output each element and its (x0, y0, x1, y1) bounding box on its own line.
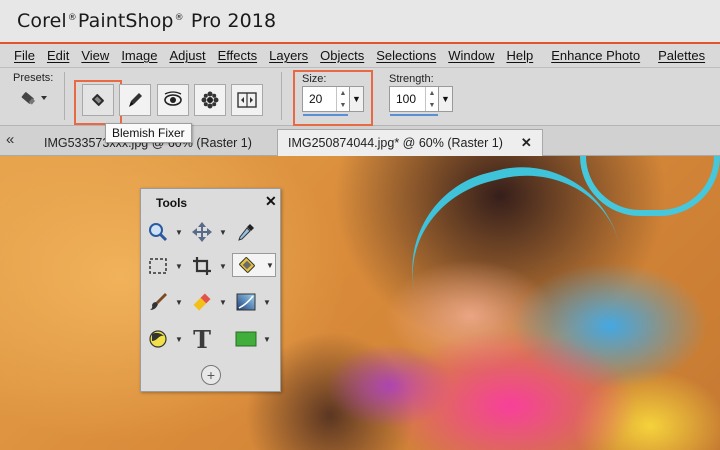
tooltip: Blemish Fixer (105, 123, 192, 143)
size-value: 20 (309, 92, 323, 106)
menu-layers[interactable]: Layers (263, 48, 314, 63)
move-tool[interactable] (189, 220, 215, 244)
paint-brush-icon (150, 293, 167, 310)
tab-close-icon[interactable]: ✕ (521, 135, 532, 151)
tab-scroll-left-icon[interactable]: « (6, 131, 14, 148)
gradient-dropdown-icon[interactable]: ▼ (263, 298, 271, 307)
move-dropdown-icon[interactable]: ▼ (219, 228, 227, 237)
crop-dropdown-icon[interactable]: ▼ (219, 262, 227, 271)
crop-icon (193, 257, 211, 275)
menu-objects[interactable]: Objects (314, 48, 370, 63)
strength-dropdown-icon[interactable]: ▼ (438, 87, 452, 111)
scratch-remover-button[interactable] (119, 84, 151, 116)
size-dropdown-icon[interactable]: ▼ (349, 87, 363, 111)
tab-label: IMG250874044.jpg* @ 60% (Raster 1) (288, 136, 503, 150)
size-spinner[interactable]: ▲ ▼ (336, 87, 349, 111)
eraser-tool[interactable] (189, 290, 215, 314)
rectangle-dropdown-icon[interactable]: ▼ (263, 335, 271, 344)
add-tool-icon[interactable]: + (201, 365, 221, 385)
rectangle-tool[interactable] (233, 327, 259, 351)
smudge-icon (149, 330, 167, 348)
menu-effects[interactable]: Effects (212, 48, 264, 63)
red-eye-button[interactable] (157, 84, 189, 116)
gradient-tool[interactable] (233, 290, 259, 314)
selection-icon (149, 258, 167, 274)
makeover-tool[interactable]: ▼ (232, 253, 276, 277)
menu-enhance-photo[interactable]: Enhance Photo (545, 48, 646, 63)
menu-edit[interactable]: Edit (41, 48, 75, 63)
makeover-icon (239, 257, 255, 273)
flower-icon (201, 91, 219, 109)
selection-tool[interactable] (145, 254, 171, 278)
menu-view[interactable]: View (75, 48, 115, 63)
mirror-icon (237, 92, 257, 108)
blemish-fixer-button[interactable] (82, 84, 114, 116)
red-eye-icon (164, 91, 182, 106)
dropper-tool[interactable] (233, 220, 259, 244)
size-spinbox[interactable]: 20 ▲ ▼ ▼ (302, 86, 364, 112)
eraser-icon (193, 293, 211, 311)
presets-dropdown[interactable] (18, 89, 48, 110)
blemish-fixer-icon (92, 94, 104, 106)
menu-selections[interactable]: Selections (370, 48, 442, 63)
paint-brush-tool[interactable] (145, 290, 171, 314)
tools-palette-close-icon[interactable]: ✕ (265, 193, 277, 210)
title-bar: Corel®PaintShop® Pro 2018 (0, 0, 720, 42)
zoom-icon (149, 223, 168, 242)
options-separator (64, 72, 65, 120)
size-down-icon[interactable]: ▼ (337, 99, 349, 111)
strength-spinbox[interactable]: 100 ▲ ▼ ▼ (389, 86, 453, 112)
strength-slider-bar[interactable] (390, 114, 438, 116)
strength-label: Strength: (389, 73, 434, 85)
options-separator (281, 72, 282, 120)
move-icon (192, 222, 212, 242)
smudge-tool[interactable] (145, 327, 171, 351)
paint-brush-dropdown-icon[interactable]: ▼ (175, 298, 183, 307)
makeover-dropdown-icon[interactable]: ▼ (266, 261, 274, 270)
flower-tool-button[interactable] (194, 84, 226, 116)
smudge-dropdown-icon[interactable]: ▼ (175, 335, 183, 344)
presets-icon (21, 92, 47, 105)
strength-up-icon[interactable]: ▲ (426, 87, 438, 99)
menu-window[interactable]: Window (442, 48, 500, 63)
menu-bar: File Edit View Image Adjust Effects Laye… (0, 42, 720, 68)
zoom-dropdown-icon[interactable]: ▼ (175, 228, 183, 237)
tools-palette-title: Tools (156, 196, 188, 210)
zoom-tool[interactable] (145, 220, 171, 244)
app-title: Corel®PaintShop® Pro 2018 (17, 10, 277, 32)
strength-down-icon[interactable]: ▼ (426, 99, 438, 111)
menu-image[interactable]: Image (115, 48, 163, 63)
mirror-tool-button[interactable] (231, 84, 263, 116)
strength-value: 100 (396, 92, 417, 106)
text-icon: T (193, 324, 211, 354)
size-slider-bar[interactable] (303, 114, 348, 116)
size-up-icon[interactable]: ▲ (337, 87, 349, 99)
dropper-icon (238, 224, 254, 241)
menu-adjust[interactable]: Adjust (163, 48, 211, 63)
selection-dropdown-icon[interactable]: ▼ (175, 262, 183, 271)
text-tool[interactable]: T (189, 324, 215, 354)
eraser-dropdown-icon[interactable]: ▼ (219, 298, 227, 307)
tab-image-2[interactable]: IMG250874044.jpg* @ 60% (Raster 1) ✕ (277, 129, 543, 156)
presets-label: Presets: (13, 72, 54, 84)
size-label: Size: (302, 73, 327, 85)
menu-file[interactable]: File (8, 48, 41, 63)
rectangle-icon (235, 331, 257, 347)
crop-tool[interactable] (189, 254, 215, 278)
menu-palettes[interactable]: Palettes (652, 48, 711, 63)
gradient-icon (236, 293, 256, 311)
strength-spinner[interactable]: ▲ ▼ (425, 87, 438, 111)
menu-help[interactable]: Help (500, 48, 539, 63)
brush-icon (129, 93, 142, 107)
